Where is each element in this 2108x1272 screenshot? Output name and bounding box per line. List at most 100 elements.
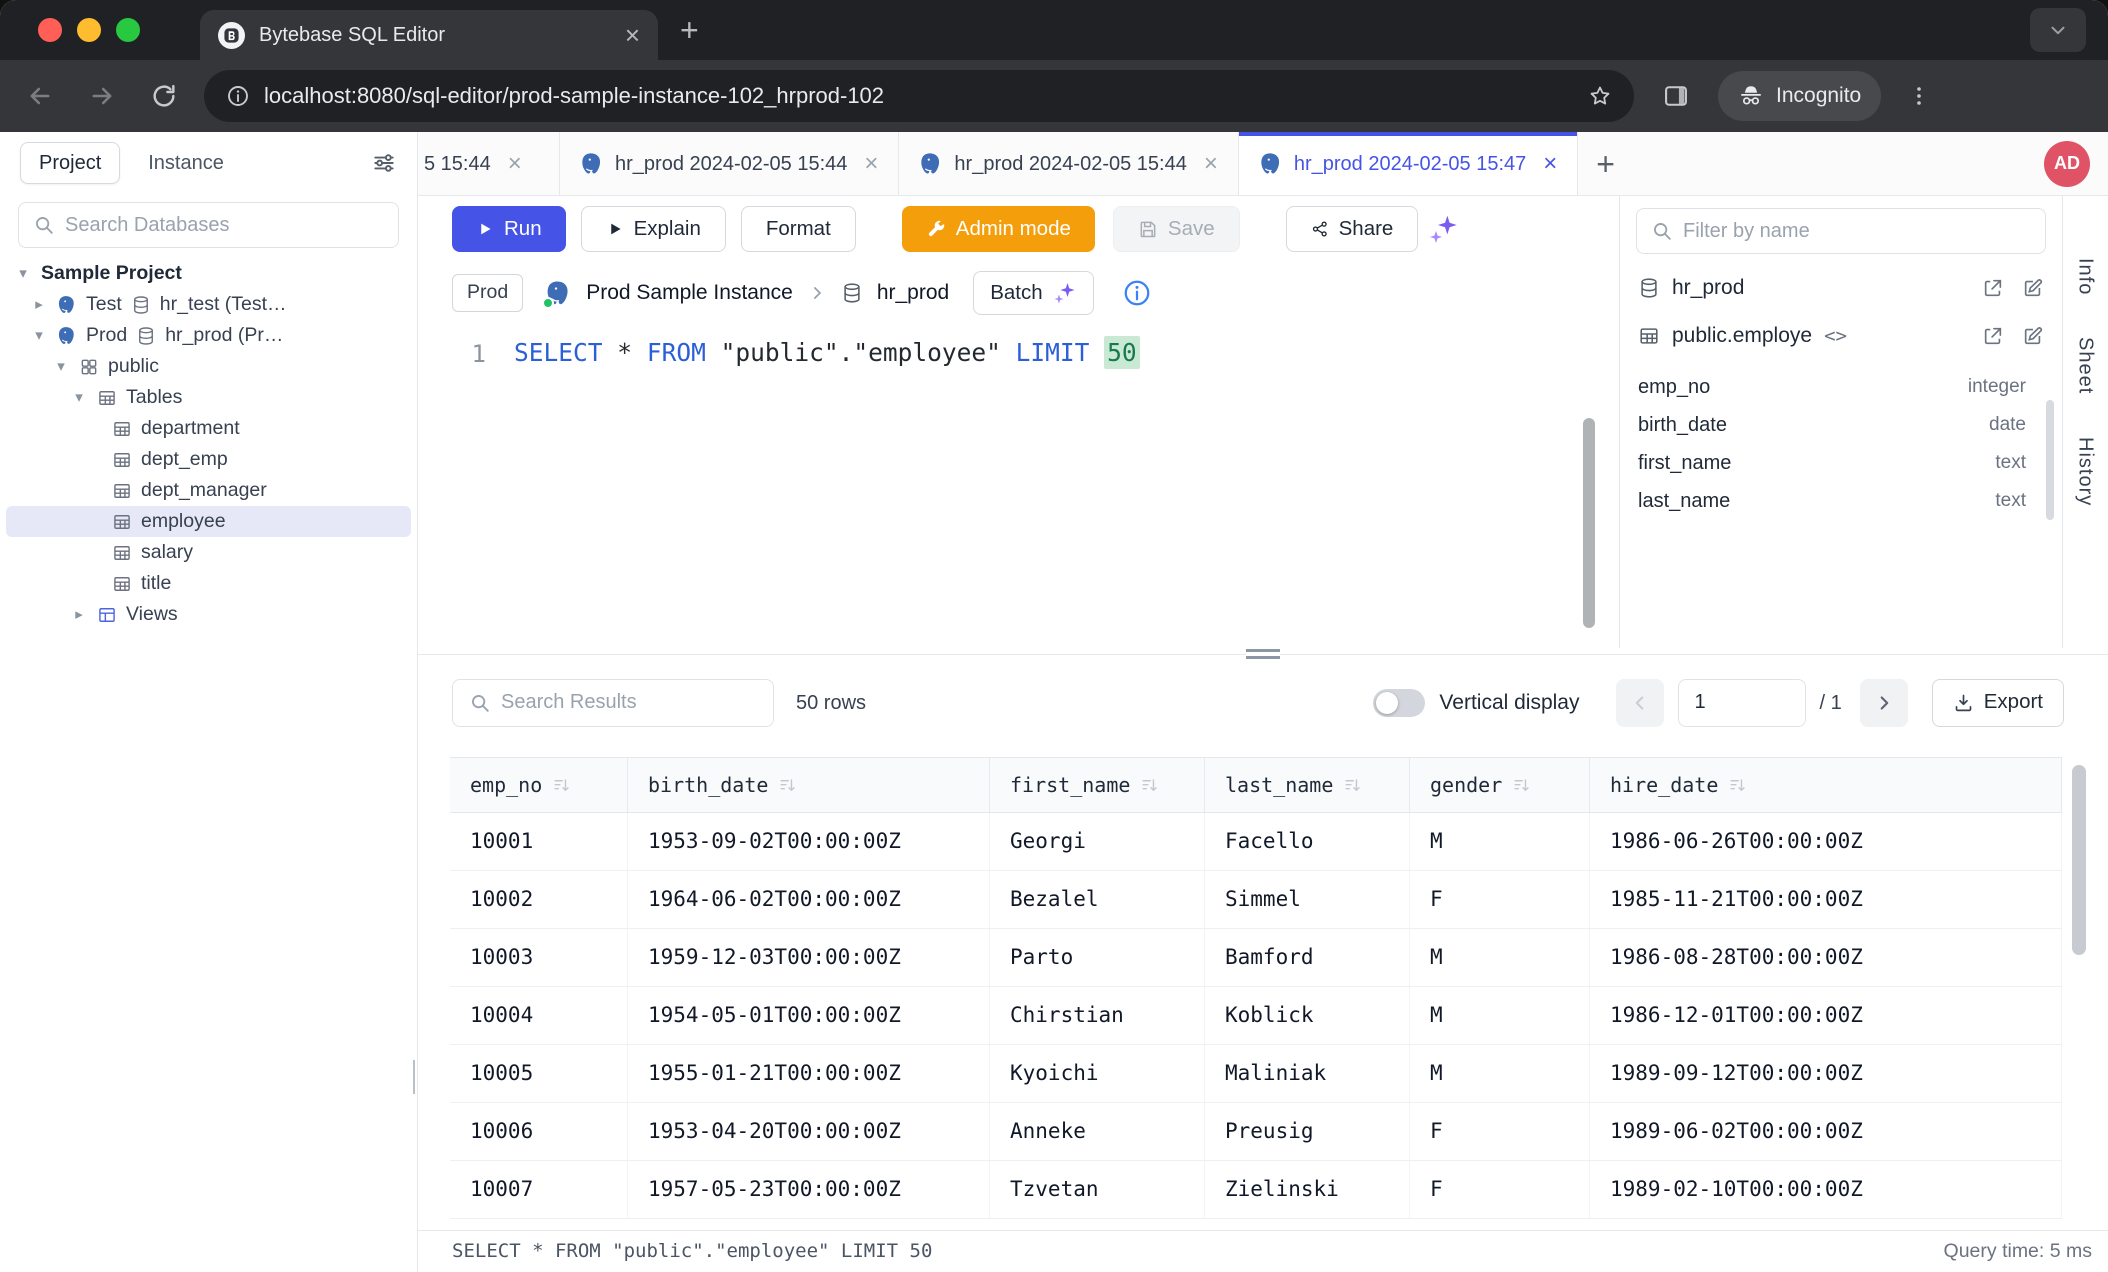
panel-tab-info[interactable]: Info: [2074, 258, 2098, 295]
tree-item-prod[interactable]: ▾Prodhr_prod (Pr…: [6, 320, 411, 351]
previous-page-button[interactable]: [1616, 679, 1664, 727]
new-tab-button[interactable]: +: [680, 14, 699, 46]
table-cell[interactable]: Kyoichi: [990, 1045, 1205, 1102]
tree-item-salary[interactable]: salary: [6, 537, 411, 568]
tab-search-button[interactable]: [2030, 8, 2086, 52]
table-cell[interactable]: 10006: [450, 1103, 628, 1160]
editor-tab[interactable]: hr_prod 2024-02-05 15:47×: [1239, 132, 1578, 195]
table-cell[interactable]: Maliniak: [1205, 1045, 1410, 1102]
explain-button[interactable]: Explain: [581, 206, 726, 252]
close-window-button[interactable]: [38, 18, 62, 42]
schema-column-row[interactable]: emp_nointeger: [1620, 368, 2062, 406]
table-cell[interactable]: 10003: [450, 929, 628, 986]
results-scrollbar[interactable]: [2072, 765, 2086, 955]
schema-column-row[interactable]: first_nametext: [1620, 444, 2062, 482]
edit-icon[interactable]: [2022, 277, 2044, 299]
table-cell[interactable]: 1986-12-01T00:00:00Z: [1590, 987, 2062, 1044]
table-cell[interactable]: Koblick: [1205, 987, 1410, 1044]
table-cell[interactable]: M: [1410, 987, 1590, 1044]
splitter-drag-handle[interactable]: [1246, 649, 1280, 659]
panel-tab-sheet[interactable]: Sheet: [2074, 337, 2098, 394]
side-panel-icon[interactable]: [1662, 82, 1690, 110]
table-cell[interactable]: Chirstian: [990, 987, 1205, 1044]
table-cell[interactable]: 1989-02-10T00:00:00Z: [1590, 1161, 2062, 1218]
add-sheet-button[interactable]: +: [1596, 148, 1615, 180]
table-cell[interactable]: Facello: [1205, 813, 1410, 870]
close-tab-icon[interactable]: ×: [508, 152, 522, 176]
results-search-input[interactable]: [452, 679, 774, 727]
reload-icon[interactable]: [150, 82, 178, 110]
export-button[interactable]: Export: [1932, 679, 2064, 727]
caret-right-icon[interactable]: ▸: [70, 606, 88, 624]
editor-tab[interactable]: hr_prod 2024-02-05 15:44×: [899, 132, 1238, 195]
tree-item-views[interactable]: ▸Views: [6, 599, 411, 630]
caret-down-icon[interactable]: ▾: [30, 327, 48, 345]
schema-column-row[interactable]: last_nametext: [1620, 482, 2062, 518]
schema-filter-field[interactable]: [1683, 220, 2031, 243]
table-cell[interactable]: Georgi: [990, 813, 1205, 870]
run-button[interactable]: Run: [452, 206, 566, 252]
close-tab-icon[interactable]: ×: [864, 152, 878, 176]
table-cell[interactable]: 1953-04-20T00:00:00Z: [628, 1103, 990, 1160]
caret-down-icon[interactable]: ▾: [70, 389, 88, 407]
table-cell[interactable]: 1954-05-01T00:00:00Z: [628, 987, 990, 1044]
edit-icon[interactable]: [2022, 325, 2044, 347]
table-cell[interactable]: Bamford: [1205, 929, 1410, 986]
column-header-hire-date[interactable]: hire_date: [1590, 758, 2062, 812]
maximize-window-button[interactable]: [116, 18, 140, 42]
database-search-input[interactable]: [18, 202, 399, 248]
tree-item-department[interactable]: department: [6, 413, 411, 444]
vertical-display-toggle[interactable]: [1373, 689, 1425, 717]
table-cell[interactable]: F: [1410, 1103, 1590, 1160]
editor-scrollbar[interactable]: [1583, 418, 1595, 628]
database-search-field[interactable]: [65, 214, 384, 237]
caret-right-icon[interactable]: ▸: [30, 296, 48, 314]
tab-project[interactable]: Project: [20, 142, 120, 184]
table-cell[interactable]: 1953-09-02T00:00:00Z: [628, 813, 990, 870]
table-cell[interactable]: 1959-12-03T00:00:00Z: [628, 929, 990, 986]
sql-code-editor[interactable]: 1 SELECT * FROM "public"."employee" LIMI…: [418, 324, 1619, 648]
table-cell[interactable]: 10004: [450, 987, 628, 1044]
save-button[interactable]: Save: [1113, 206, 1240, 252]
admin-mode-button[interactable]: Admin mode: [902, 206, 1095, 252]
editor-tab[interactable]: hr_prod 2024-02-05 15:44×: [560, 132, 899, 195]
schema-column-row[interactable]: birth_datedate: [1620, 406, 2062, 444]
filter-settings-icon[interactable]: [371, 150, 397, 176]
user-avatar[interactable]: AD: [2044, 141, 2090, 187]
close-tab-icon[interactable]: ×: [625, 22, 640, 48]
editor-tab[interactable]: 5 15:44×: [418, 132, 560, 195]
table-cell[interactable]: Anneke: [990, 1103, 1205, 1160]
address-bar[interactable]: localhost:8080/sql-editor/prod-sample-in…: [204, 70, 1634, 122]
tree-item-title[interactable]: title: [6, 568, 411, 599]
code-icon[interactable]: <>: [1824, 325, 1847, 348]
table-cell[interactable]: Parto: [990, 929, 1205, 986]
tree-item-public[interactable]: ▾public: [6, 351, 411, 382]
tree-item-sample-project[interactable]: ▾Sample Project: [6, 258, 411, 289]
page-info-icon[interactable]: [226, 84, 250, 108]
batch-button[interactable]: Batch: [973, 271, 1093, 316]
table-cell[interactable]: Zielinski: [1205, 1161, 1410, 1218]
tree-item-tables[interactable]: ▾Tables: [6, 382, 411, 413]
page-number-field[interactable]: [1695, 691, 1789, 714]
table-cell[interactable]: 1986-06-26T00:00:00Z: [1590, 813, 2062, 870]
table-cell[interactable]: 1986-08-28T00:00:00Z: [1590, 929, 2062, 986]
panel-database-row[interactable]: hr_prod: [1620, 264, 2062, 312]
caret-down-icon[interactable]: ▾: [14, 265, 32, 283]
page-number-input[interactable]: [1678, 679, 1806, 727]
next-page-button[interactable]: [1860, 679, 1908, 727]
browser-menu-icon[interactable]: [1907, 83, 1931, 109]
panel-scrollbar[interactable]: [2046, 400, 2054, 520]
table-cell[interactable]: 10007: [450, 1161, 628, 1218]
table-cell[interactable]: 1957-05-23T00:00:00Z: [628, 1161, 990, 1218]
tree-item-dept-manager[interactable]: dept_manager: [6, 475, 411, 506]
table-cell[interactable]: M: [1410, 1045, 1590, 1102]
info-circle-icon[interactable]: [1122, 278, 1152, 308]
table-cell[interactable]: 1989-09-12T00:00:00Z: [1590, 1045, 2062, 1102]
column-header-birth-date[interactable]: birth_date: [628, 758, 990, 812]
table-cell[interactable]: 1989-06-02T00:00:00Z: [1590, 1103, 2062, 1160]
external-link-icon[interactable]: [1982, 277, 2004, 299]
tab-instance[interactable]: Instance: [148, 151, 224, 175]
ai-sparkle-icon[interactable]: [1428, 213, 1460, 245]
close-tab-icon[interactable]: ×: [1204, 152, 1218, 176]
bookmark-star-icon[interactable]: [1588, 84, 1612, 108]
